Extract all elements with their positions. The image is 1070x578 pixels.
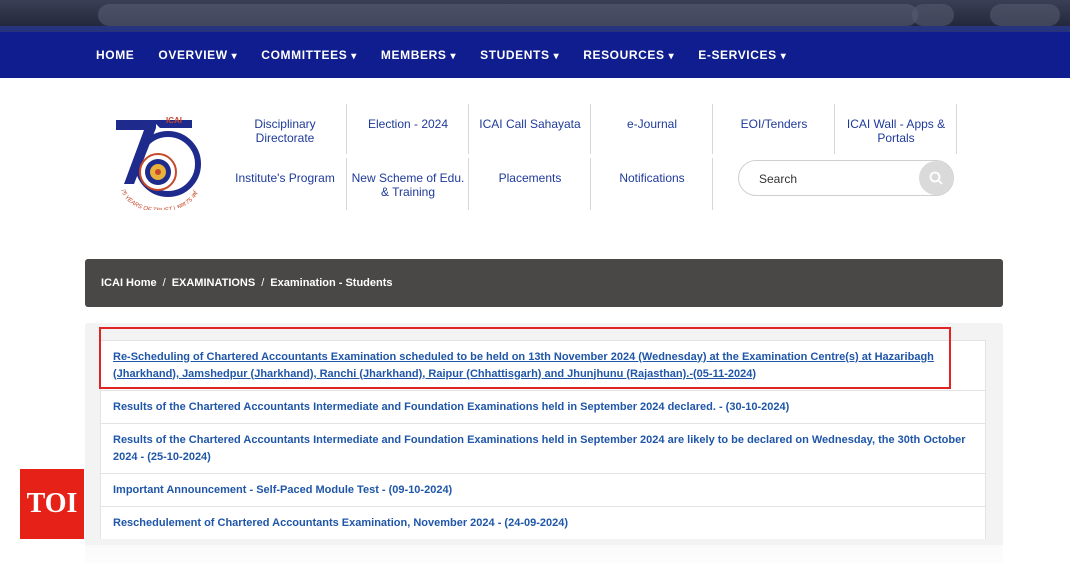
list-item[interactable]: Reschedulement of Chartered Accountants … — [100, 506, 986, 539]
nav-eservices[interactable]: E-SERVICES ▾ — [698, 48, 786, 62]
list-item[interactable]: Important Announcement - Self-Paced Modu… — [100, 473, 986, 506]
toi-watermark: TOI — [20, 469, 84, 539]
list-item[interactable]: Results of the Chartered Accountants Int… — [100, 390, 986, 423]
link-institutes-program[interactable]: Institute's Program — [226, 164, 344, 192]
link-disciplinary-directorate[interactable]: Disciplinary Directorate — [226, 110, 344, 152]
link-institute-label: Institute's Program — [235, 171, 335, 185]
link-election-label: Election - 2024 — [367, 117, 449, 131]
nav-home[interactable]: HOME — [96, 48, 134, 62]
breadcrumb-current: Examination - Students — [270, 277, 393, 289]
divider — [346, 104, 347, 154]
nav-members[interactable]: MEMBERS ▾ — [381, 48, 456, 62]
divider — [468, 104, 469, 154]
browser-extension-button[interactable] — [912, 4, 954, 26]
nav-committees[interactable]: COMMITTEES ▾ — [261, 48, 357, 62]
link-icai-wall[interactable]: ICAI Wall - Apps & Portals — [838, 110, 954, 152]
nav-eservices-label: E-SERVICES — [698, 48, 777, 62]
link-eoi-label: EOI/Tenders — [740, 117, 808, 131]
nav-overview-label: OVERVIEW — [158, 48, 228, 62]
nav-committees-label: COMMITTEES — [261, 48, 348, 62]
link-placements[interactable]: Placements — [472, 164, 588, 192]
divider — [590, 104, 591, 154]
main-nav: HOME OVERVIEW ▾ COMMITTEES ▾ MEMBERS ▾ STUD… — [0, 32, 1070, 78]
nav-home-label: HOME — [96, 48, 135, 62]
icai-logo-graphic: ICAI 75 YEARS OF TRUST | भव्य 75 वर्ष — [116, 116, 201, 214]
announcement-link[interactable]: Results of the Chartered Accountants Int… — [113, 432, 973, 466]
divider — [590, 158, 591, 210]
link-notifications[interactable]: Notifications — [594, 164, 710, 192]
divider — [346, 158, 347, 210]
divider — [468, 158, 469, 210]
breadcrumb-home[interactable]: ICAI Home — [101, 277, 157, 289]
nav-resources-label: RESOURCES — [583, 48, 665, 62]
list-item[interactable]: Results of the Chartered Accountants Int… — [100, 423, 986, 473]
nav-students-label: STUDENTS — [480, 48, 550, 62]
announcement-link[interactable]: Reschedulement of Chartered Accountants … — [113, 515, 568, 532]
nav-members-label: MEMBERS — [380, 48, 447, 62]
nav-students[interactable]: STUDENTS ▾ — [480, 48, 559, 62]
search-input[interactable] — [757, 169, 911, 189]
chevron-down-icon: ▾ — [231, 51, 238, 62]
browser-profile-button[interactable] — [990, 4, 1060, 26]
breadcrumb: ICAI Home / EXAMINATIONS / Examination -… — [85, 259, 1003, 307]
breadcrumb-separator: / — [162, 277, 166, 289]
link-disciplinary-label: Disciplinary Directorate — [254, 117, 316, 145]
link-e-journal[interactable]: e-Journal — [594, 110, 710, 138]
announcement-link[interactable]: Results of the Chartered Accountants Int… — [113, 399, 789, 416]
divider — [834, 104, 835, 154]
link-sahayata-label: ICAI Call Sahayata — [479, 117, 581, 131]
browser-toolbar — [0, 0, 1070, 32]
search-box — [738, 160, 954, 196]
link-new-scheme[interactable]: New Scheme of Edu. & Training — [350, 164, 466, 206]
link-ejournal-label: e-Journal — [626, 117, 678, 131]
chevron-down-icon: ▾ — [450, 51, 457, 62]
chevron-down-icon: ▾ — [553, 51, 560, 62]
divider — [956, 104, 957, 154]
link-new-scheme-label: New Scheme of Edu. & Training — [351, 171, 465, 199]
search-button[interactable] — [919, 161, 953, 195]
link-election-2024[interactable]: Election - 2024 — [350, 110, 466, 138]
chevron-down-icon: ▾ — [351, 51, 357, 62]
bottom-fade — [0, 545, 1070, 578]
link-placements-label: Placements — [498, 171, 562, 185]
nav-resources[interactable]: RESOURCES ▾ — [583, 48, 674, 62]
link-wall-label: ICAI Wall - Apps & Portals — [846, 117, 946, 145]
chevron-down-icon: ▾ — [780, 51, 787, 62]
highlight-annotation — [99, 327, 951, 389]
divider — [712, 158, 713, 210]
nav-overview[interactable]: OVERVIEW ▾ — [158, 48, 237, 62]
breadcrumb-examinations[interactable]: EXAMINATIONS — [172, 277, 256, 289]
icai-75-logo[interactable]: ICAI 75 YEARS OF TRUST | भव्य 75 वर्ष — [112, 114, 206, 214]
toi-label: TOI — [26, 488, 78, 519]
announcement-link[interactable]: Important Announcement - Self-Paced Modu… — [113, 482, 452, 499]
address-bar[interactable] — [98, 4, 918, 26]
breadcrumb-separator: / — [261, 277, 265, 289]
link-eoi-tenders[interactable]: EOI/Tenders — [716, 110, 832, 138]
chevron-down-icon: ▾ — [668, 51, 675, 62]
link-icai-call-sahayata[interactable]: ICAI Call Sahayata — [472, 110, 588, 138]
divider — [712, 104, 713, 154]
logo-icai-text: ICAI — [166, 116, 182, 125]
link-notifications-label: Notifications — [619, 171, 685, 185]
search-icon — [929, 171, 943, 185]
